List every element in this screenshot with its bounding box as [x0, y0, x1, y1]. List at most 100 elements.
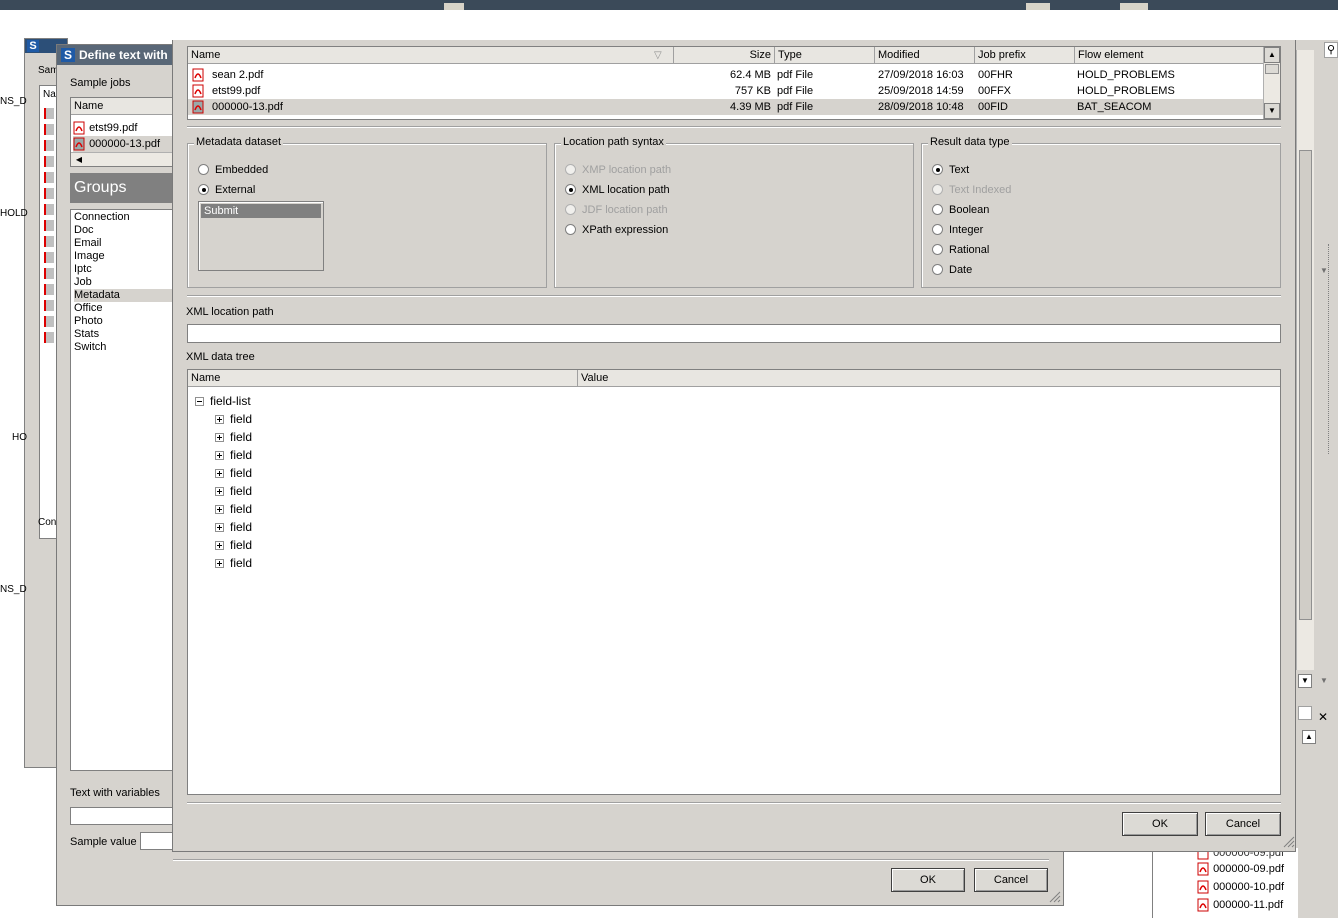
collapse-icon[interactable] — [195, 397, 204, 406]
group-item-switch[interactable]: Switch — [74, 341, 174, 354]
radio-button[interactable] — [932, 224, 943, 235]
vertical-scrollbar[interactable]: ▲ ▼ — [1263, 47, 1280, 119]
define-text-window-titlebar[interactable]: S Define text with — [57, 45, 173, 65]
xml-location-path-label: XML location path — [186, 306, 274, 318]
dialog-ok-button[interactable]: OK — [1122, 812, 1198, 836]
vertical-scrollbar[interactable] — [1296, 50, 1314, 670]
radio-xpath-expression[interactable]: XPath expression — [565, 222, 668, 238]
tree-node-field[interactable]: field — [215, 464, 252, 482]
tree-node-field[interactable]: field — [215, 428, 252, 446]
scroll-down-icon[interactable]: ▼ — [1298, 674, 1312, 688]
horizontal-scrollbar[interactable]: ◀ — [71, 152, 173, 166]
radio-button[interactable] — [932, 204, 943, 215]
expand-icon[interactable] — [215, 505, 224, 514]
resize-grip-icon[interactable] — [1283, 836, 1295, 848]
scroll-up-icon[interactable]: ▲ — [1302, 730, 1316, 744]
dropdown-arrow-icon[interactable]: ▼ — [1320, 676, 1328, 685]
scroll-left-icon[interactable]: ◀ — [72, 153, 86, 166]
column-header-type[interactable]: Type — [775, 47, 875, 64]
tree-column-value[interactable]: Value — [578, 370, 1280, 387]
expand-icon[interactable] — [215, 433, 224, 442]
pdf-icon — [44, 268, 54, 279]
radio-embedded[interactable]: Embedded — [198, 162, 268, 178]
radio-button[interactable] — [565, 184, 576, 195]
text-with-variables-label: Text with variables — [70, 787, 160, 799]
group-item-job[interactable]: Job — [74, 276, 174, 289]
dataset-item-submit[interactable]: Submit — [201, 204, 321, 218]
group-item-image[interactable]: Image — [74, 250, 174, 263]
expand-icon[interactable] — [215, 541, 224, 550]
switch-logo-icon: S — [61, 48, 75, 62]
tree-node-field[interactable]: field — [215, 554, 252, 572]
tree-node-field[interactable]: field — [215, 518, 252, 536]
cancel-button[interactable]: Cancel — [974, 868, 1048, 892]
scroll-up-icon[interactable]: ▲ — [1264, 47, 1280, 63]
sample-value-field[interactable] — [140, 832, 174, 850]
taskbar-item[interactable] — [444, 3, 464, 10]
radio-date[interactable]: Date — [932, 262, 972, 278]
expand-icon[interactable] — [215, 559, 224, 568]
xml-location-path-input[interactable] — [187, 324, 1281, 343]
radio-xml-location-path[interactable]: XML location path — [565, 182, 670, 198]
radio-button[interactable] — [198, 184, 209, 195]
column-header-name[interactable]: Name ▽ — [188, 47, 674, 64]
table-row[interactable]: etst99.pdf 757 KB pdf File 25/09/2018 14… — [188, 83, 1264, 99]
file-list-item[interactable]: 000000-11.pdf — [1197, 897, 1283, 913]
sample-job-item-selected[interactable]: 000000-13.pdf — [73, 136, 173, 152]
file-list-item[interactable]: 000000-10.pdf — [1197, 879, 1284, 895]
group-item-connection[interactable]: Connection — [74, 211, 174, 224]
group-item-stats[interactable]: Stats — [74, 328, 174, 341]
expand-icon[interactable] — [215, 523, 224, 532]
table-row-selected[interactable]: 000000-13.pdf 4.39 MB pdf File 28/09/201… — [188, 99, 1264, 115]
tree-node-field[interactable]: field — [215, 410, 252, 428]
radio-button[interactable] — [932, 244, 943, 255]
resize-grip-icon[interactable] — [1049, 891, 1061, 903]
dialog-cancel-button[interactable]: Cancel — [1205, 812, 1281, 836]
group-item-office[interactable]: Office — [74, 302, 174, 315]
group-item-email[interactable]: Email — [74, 237, 174, 250]
column-header-size[interactable]: Size — [674, 47, 775, 64]
ok-button[interactable]: OK — [891, 868, 965, 892]
taskbar-item[interactable] — [1026, 3, 1050, 10]
group-item-photo[interactable]: Photo — [74, 315, 174, 328]
dropdown-arrow-icon[interactable]: ▼ — [1320, 266, 1328, 275]
scrollbar-thumb[interactable] — [1265, 64, 1279, 74]
cell-flow-element: HOLD_PROBLEMS — [1077, 69, 1175, 81]
group-item-metadata[interactable]: Metadata — [74, 289, 174, 302]
tree-node-field[interactable]: field — [215, 500, 252, 518]
file-list-item[interactable]: 000000-09.pdf — [1197, 861, 1284, 877]
table-row[interactable]: sean 2.pdf 62.4 MB pdf File 27/09/2018 1… — [188, 67, 1264, 83]
scrollbar-thumb[interactable] — [1299, 150, 1312, 620]
jobs-header-name[interactable]: Name — [71, 98, 175, 115]
radio-rational[interactable]: Rational — [932, 242, 989, 258]
tree-node-field[interactable]: field — [215, 446, 252, 464]
group-item-iptc[interactable]: Iptc — [74, 263, 174, 276]
radio-text[interactable]: Text — [932, 162, 969, 178]
search-icon[interactable]: ⚲ — [1324, 42, 1338, 58]
radio-button[interactable] — [198, 164, 209, 175]
radio-button[interactable] — [932, 264, 943, 275]
column-header-job-prefix[interactable]: Job prefix — [975, 47, 1075, 64]
text-with-variables-input[interactable] — [70, 807, 174, 825]
tree-node-root[interactable]: field-list — [195, 392, 251, 410]
radio-button[interactable] — [565, 224, 576, 235]
tree-node-field[interactable]: field — [215, 536, 252, 554]
expand-icon[interactable] — [215, 487, 224, 496]
column-header-flow-element[interactable]: Flow element — [1075, 47, 1265, 64]
radio-boolean[interactable]: Boolean — [932, 202, 989, 218]
group-item-doc[interactable]: Doc — [74, 224, 174, 237]
pdf-icon — [44, 316, 54, 327]
radio-button[interactable] — [932, 164, 943, 175]
expand-icon[interactable] — [215, 451, 224, 460]
radio-integer[interactable]: Integer — [932, 222, 983, 238]
tree-node-field[interactable]: field — [215, 482, 252, 500]
expand-icon[interactable] — [215, 469, 224, 478]
sample-job-item[interactable]: etst99.pdf — [73, 120, 137, 136]
taskbar-item[interactable] — [1120, 3, 1148, 10]
scroll-down-icon[interactable]: ▼ — [1264, 103, 1280, 119]
column-header-modified[interactable]: Modified — [875, 47, 975, 64]
radio-external[interactable]: External — [198, 182, 255, 198]
close-icon[interactable]: ✕ — [1318, 710, 1328, 724]
tree-column-name[interactable]: Name — [188, 370, 578, 387]
expand-icon[interactable] — [215, 415, 224, 424]
